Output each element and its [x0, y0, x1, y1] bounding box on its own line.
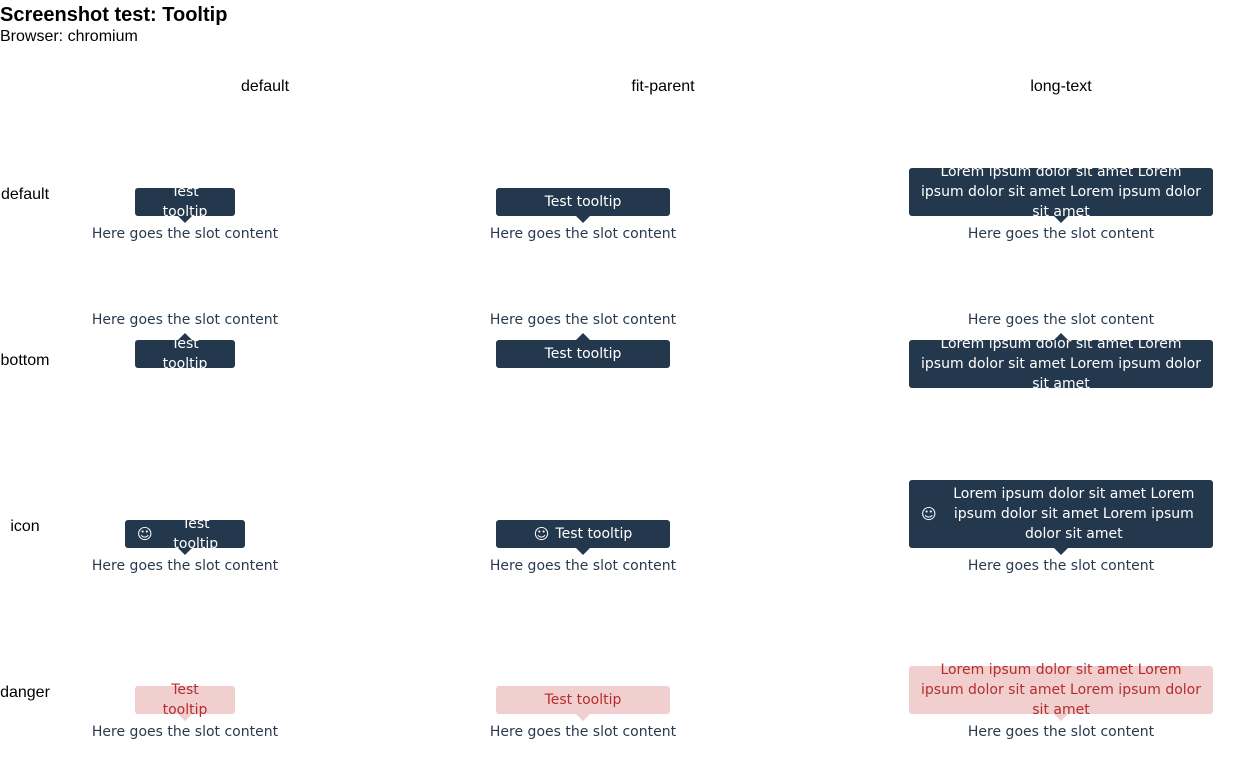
column-header-default: default	[240, 78, 290, 95]
tooltip-arrow	[1054, 714, 1068, 721]
tooltip-text: Test tooltip	[173, 516, 219, 552]
tooltip-text: Lorem ipsum dolor sit amet Lorem ipsum d…	[921, 336, 1201, 392]
slot-content[interactable]: Here goes the slot content	[490, 556, 676, 576]
tooltip-text: Test tooltip	[544, 194, 622, 210]
tooltip: ☺ Test tooltip	[496, 520, 670, 555]
slot-content[interactable]: Here goes the slot content	[968, 224, 1154, 244]
page-title: Screenshot test: Tooltip	[0, 4, 228, 26]
tooltip-danger: Test tooltip	[496, 686, 670, 721]
tooltip-text: Lorem ipsum dolor sit amet Lorem ipsum d…	[921, 662, 1201, 718]
smiley-icon: ☺	[137, 525, 153, 543]
browser-label: Browser: chromium	[0, 28, 138, 45]
tooltip-arrow	[178, 216, 192, 223]
tooltip-arrow	[576, 216, 590, 223]
slot-content[interactable]: Here goes the slot content	[92, 310, 278, 330]
row-header-danger: danger	[0, 684, 50, 701]
smiley-icon: ☺	[533, 525, 550, 543]
tooltip: ☺ Lorem ipsum dolor sit amet Lorem ipsum …	[909, 480, 1213, 555]
slot-content[interactable]: Here goes the slot content	[490, 722, 676, 742]
tooltip-text: Test tooltip	[544, 346, 622, 362]
slot-content[interactable]: Here goes the slot content	[92, 556, 278, 576]
slot-content[interactable]: Here goes the slot content	[968, 310, 1154, 330]
tooltip-arrow	[178, 333, 192, 340]
tooltip: Test tooltip	[496, 188, 670, 223]
tooltip-arrow	[178, 548, 192, 555]
tooltip-arrow	[576, 548, 590, 555]
tooltip: Test tooltip	[496, 333, 670, 368]
slot-content[interactable]: Here goes the slot content	[490, 224, 676, 244]
slot-content[interactable]: Here goes the slot content	[968, 556, 1154, 576]
tooltip: Lorem ipsum dolor sit amet Lorem ipsum d…	[909, 333, 1213, 392]
slot-content[interactable]: Here goes the slot content	[92, 224, 278, 244]
tooltip-arrow	[576, 333, 590, 340]
tooltip-arrow	[178, 714, 192, 721]
column-header-long-text: long-text	[1030, 78, 1092, 95]
tooltip-danger: Test tooltip	[135, 682, 235, 721]
tooltip-text: Lorem ipsum dolor sit amet Lorem ipsum d…	[953, 486, 1195, 542]
tooltip-text: Test tooltip	[544, 692, 622, 708]
tooltip-text: Lorem ipsum dolor sit amet Lorem ipsum d…	[921, 164, 1201, 220]
tooltip-arrow	[1054, 548, 1068, 555]
tooltip-danger: Lorem ipsum dolor sit amet Lorem ipsum d…	[909, 662, 1213, 721]
tooltip-arrow	[1054, 216, 1068, 223]
smiley-icon: ☺	[921, 505, 937, 523]
tooltip-arrow	[576, 714, 590, 721]
slot-content[interactable]: Here goes the slot content	[92, 722, 278, 742]
tooltip: Test tooltip	[135, 333, 235, 372]
row-header-bottom: bottom	[0, 352, 50, 369]
tooltip-text: Test tooltip	[555, 526, 633, 542]
tooltip: Lorem ipsum dolor sit amet Lorem ipsum d…	[909, 164, 1213, 223]
tooltip: Test tooltip	[135, 184, 235, 223]
row-header-icon: icon	[10, 518, 40, 535]
slot-content[interactable]: Here goes the slot content	[490, 310, 676, 330]
slot-content[interactable]: Here goes the slot content	[968, 722, 1154, 742]
tooltip-text: Test tooltip	[162, 336, 208, 372]
tooltip: ☺ Test tooltip	[125, 516, 245, 555]
tooltip-arrow	[1054, 333, 1068, 340]
column-header-fit-parent: fit-parent	[631, 78, 695, 95]
row-header-default: default	[0, 186, 50, 203]
